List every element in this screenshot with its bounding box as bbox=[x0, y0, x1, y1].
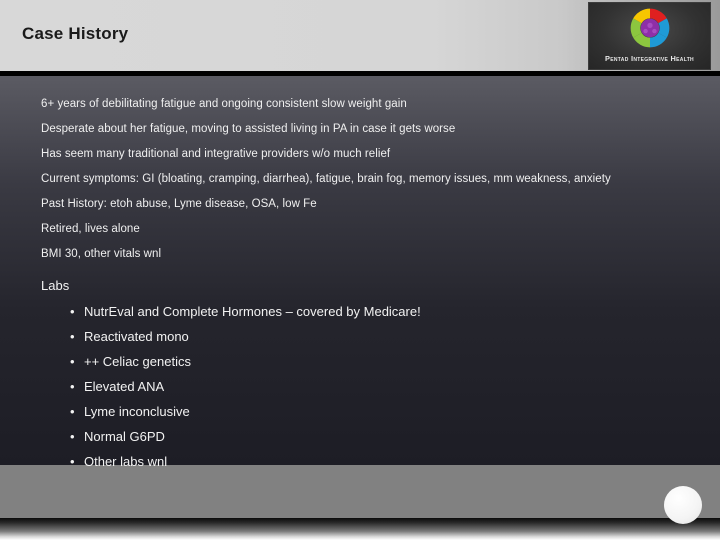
case-history-line: 6+ years of debilitating fatigue and ong… bbox=[41, 98, 407, 110]
labs-heading: Labs bbox=[41, 278, 70, 293]
slide-canvas: Case History Pentad Integrative Health 6… bbox=[0, 0, 720, 540]
list-item-label: NutrEval and Complete Hormones – covered… bbox=[84, 304, 421, 319]
pentad-puzzle-ring-icon bbox=[630, 8, 669, 48]
bullet-icon: • bbox=[70, 304, 75, 319]
case-history-line: Retired, lives alone bbox=[41, 223, 140, 235]
bullet-icon: • bbox=[70, 454, 75, 469]
list-item: • Other labs wnl bbox=[41, 449, 681, 474]
list-item: • Reactivated mono bbox=[41, 324, 681, 349]
list-item: • NutrEval and Complete Hormones – covere… bbox=[41, 299, 681, 324]
header-divider-rule bbox=[0, 71, 720, 76]
logo-wordmark: Pentad Integrative Health bbox=[605, 54, 694, 63]
case-history-line: Desperate about her fatigue, moving to a… bbox=[41, 123, 456, 135]
bullet-icon: • bbox=[70, 354, 75, 369]
list-item: • Normal G6PD bbox=[41, 424, 681, 449]
labs-list: • NutrEval and Complete Hormones – covere… bbox=[41, 299, 681, 474]
page-title: Case History bbox=[22, 24, 129, 43]
list-item-label: Other labs wnl bbox=[84, 454, 168, 469]
slide-bottom-gradient-strip bbox=[0, 518, 720, 540]
list-item: • Elevated ANA bbox=[41, 374, 681, 399]
case-history-line: Has seem many traditional and integrativ… bbox=[41, 148, 391, 160]
list-item: • Lyme inconclusive bbox=[41, 399, 681, 424]
slide-content: 6+ years of debilitating fatigue and ong… bbox=[41, 96, 681, 474]
list-item: • ++ Celiac genetics bbox=[41, 349, 681, 374]
list-item-label: Reactivated mono bbox=[84, 329, 189, 344]
bullet-icon: • bbox=[70, 429, 75, 444]
bullet-icon: • bbox=[70, 404, 75, 419]
bottom-right-circle-decoration bbox=[664, 486, 702, 524]
bullet-icon: • bbox=[70, 379, 75, 394]
list-item-label: Elevated ANA bbox=[84, 379, 165, 394]
logo-container: Pentad Integrative Health bbox=[588, 2, 711, 70]
list-item-label: Lyme inconclusive bbox=[84, 404, 190, 419]
list-item-label: ++ Celiac genetics bbox=[84, 354, 191, 369]
case-history-line: Past History: etoh abuse, Lyme disease, … bbox=[41, 198, 317, 210]
case-history-line: BMI 30, other vitals wnl bbox=[41, 248, 162, 260]
bullet-icon: • bbox=[70, 329, 75, 344]
list-item-label: Normal G6PD bbox=[84, 429, 165, 444]
case-history-line: Current symptoms: GI (bloating, cramping… bbox=[41, 173, 611, 185]
